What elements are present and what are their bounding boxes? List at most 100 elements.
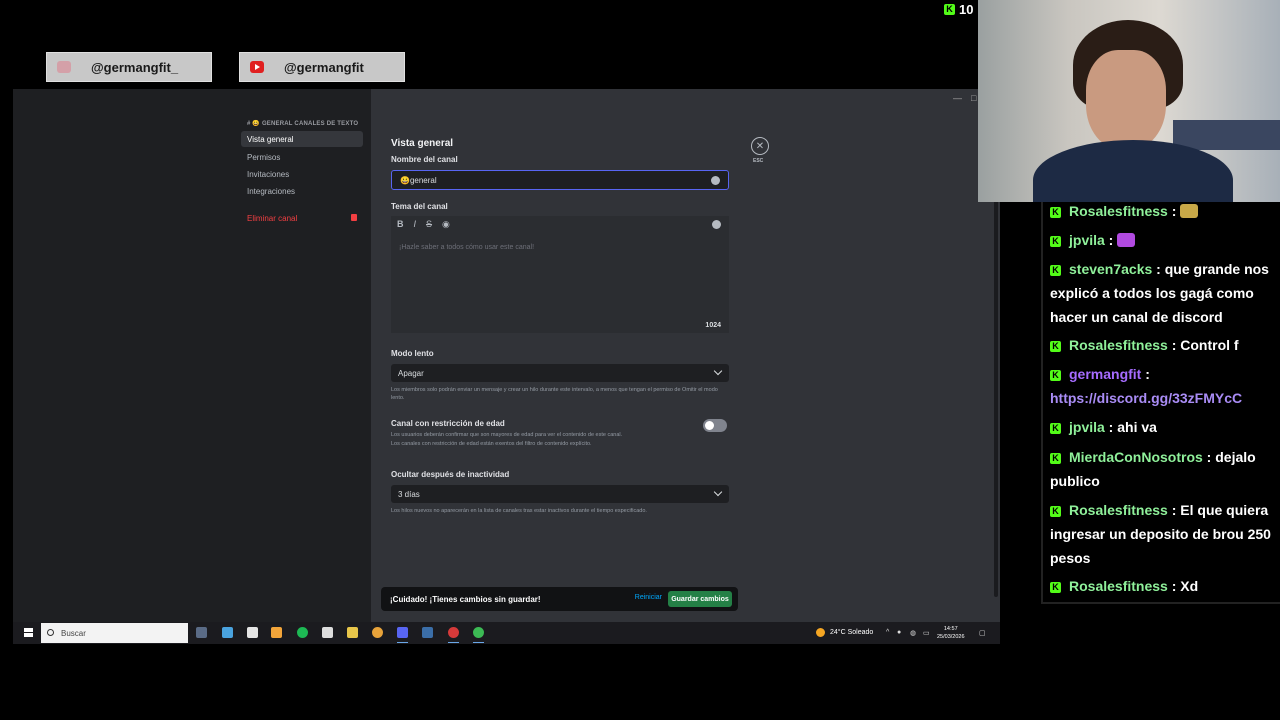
bold-icon[interactable]: B [397,219,404,229]
inactivity-label: Ocultar después de inactividad [391,470,510,479]
close-icon: ✕ [755,140,765,152]
chat-link[interactable]: https://discord.gg/33zFMYcC [1050,390,1242,406]
sidebar-item-integrations[interactable]: Integraciones [241,183,363,199]
kick-badge-icon: K [1050,369,1061,381]
chat-username: jpvila [1069,232,1105,248]
kick-badge-icon: K [1050,264,1061,276]
obs-icon[interactable] [448,627,459,643]
topic-textarea[interactable]: ¡Hazle saber a todos cómo usar este cana… [391,232,729,333]
topic-label: Tema del canal [391,202,448,211]
keyboard-icon[interactable]: ▭ [923,629,930,637]
channel-name-input[interactable]: 😀general [391,170,729,190]
inactivity-select[interactable]: 3 días [391,485,729,503]
maximize-icon[interactable]: □ [971,93,976,103]
chat-message: Ksteven7acks : que grande nos explicó a … [1050,257,1280,329]
weather-widget[interactable]: 24°C Soleado [816,628,873,637]
tray-chevron-icon[interactable]: ^ [886,629,889,636]
age-restriction-toggle[interactable] [703,419,727,432]
capcut-icon[interactable] [322,627,333,638]
video-app-icon[interactable] [247,627,258,638]
chat-message: K Rosalesfitness : Control f [1050,333,1280,357]
microphone-icon[interactable]: ● [897,629,901,636]
sidebar-category: # 😀 GENERAL CANALES DE TEXTO [247,121,359,127]
channel-name-label: Nombre del canal [391,155,458,164]
chat-message: K Rosalesfitness : El que quiera ingresar… [1050,498,1280,570]
spotify-icon[interactable] [297,627,308,638]
settings-content: — □ ✕ Vista general Nombre del canal 😀ge… [371,89,1000,622]
unsaved-warning: ¡Cuidado! ¡Tienes cambios sin guardar! [390,594,541,604]
file-explorer-icon[interactable] [347,627,358,638]
sidebar-item-overview[interactable]: Vista general [241,131,363,147]
discord-taskbar-icon[interactable] [397,627,408,643]
chat-text: : Xd [1167,578,1199,594]
weather-text: 24°C Soleado [830,629,874,636]
chrome-profile-icon[interactable] [473,627,484,643]
instagram-handle: @germangfit_ [91,59,179,75]
chat-text: : ahi va [1104,419,1157,435]
clock-time: 14:57 [943,626,958,632]
kick-badge-icon: K [1050,581,1061,593]
esc-label: ESC [753,158,764,164]
chat-username: Rosalesfitness [1069,502,1168,518]
close-settings-button[interactable]: ✕ [751,137,769,155]
reset-button[interactable]: Reiniciar [635,594,662,601]
channel-name-value: 😀general [400,175,437,185]
spoiler-icon[interactable]: ◉ [442,219,450,230]
emoji-icon[interactable] [711,176,720,185]
chrome-icon[interactable] [372,627,383,638]
italic-icon[interactable]: I [414,219,417,229]
clock-date: 25/03/2026 [937,634,965,640]
slowmode-help: Los miembros solo podrán enviar un mensa… [391,387,718,401]
strikethrough-icon[interactable]: S [426,219,432,229]
settings-sidebar: # 😀 GENERAL CANALES DE TEXTO Vista gener… [13,89,371,622]
instagram-badge: @germangfit_ [46,52,212,82]
trash-icon [351,214,357,221]
windows-store-icon[interactable] [271,627,282,638]
network-icon[interactable]: ◍ [910,629,916,637]
sidebar-item-label: Vista general [247,134,294,144]
task-view-icon[interactable] [196,627,207,638]
sidebar-item-label: Invitaciones [247,169,290,179]
webcam-person-face [1086,50,1166,150]
kick-badge-icon: K [1050,452,1061,464]
topic-placeholder: ¡Hazle saber a todos cómo usar este cana… [399,244,535,251]
kick-badge-icon: K [1050,340,1061,352]
chat-message: Kjpvila : ahi va [1050,415,1280,439]
sidebar-item-permissions[interactable]: Permisos [241,149,363,165]
save-changes-button[interactable]: Guardar cambios [668,591,732,607]
sun-icon [816,628,825,637]
sidebar-item-label: Integraciones [247,186,296,196]
notifications-icon[interactable]: ▢ [979,629,986,637]
sidebar-item-invites[interactable]: Invitaciones [241,166,363,182]
chat-text: : [1167,203,1181,219]
store-icon[interactable] [222,627,233,638]
chat-text: : [1104,232,1118,248]
windows-start-icon[interactable] [24,628,33,637]
inactivity-value: 3 días [398,489,420,499]
chat-message: K Rosalesfitness : [1050,199,1280,223]
chat-message: K Rosalesfitness : Xd [1050,574,1280,598]
chevron-down-icon [713,366,723,376]
sidebar-item-delete-channel[interactable]: Eliminar canal [241,210,363,226]
chat-username: germangfit [1069,366,1142,382]
sidebar-item-label: Eliminar canal [247,213,298,223]
kick-icon: K [944,3,955,15]
chat-message: Kgermangfit : https://discord.gg/33zFMYc… [1050,362,1280,410]
youtube-handle: @germangfit [284,59,364,75]
minimize-icon[interactable]: — [953,93,962,103]
search-icon [47,629,54,636]
steam-icon[interactable] [422,627,433,638]
chat-username: Rosalesfitness [1069,337,1168,353]
discord-window: # 😀 GENERAL CANALES DE TEXTO Vista gener… [13,89,1000,622]
age-restriction-help-2: Los canales con restricción de edad está… [391,441,592,447]
slowmode-select[interactable]: Apagar [391,364,729,382]
instagram-icon [57,61,71,73]
chat-username: Rosalesfitness [1069,578,1168,594]
emoji-icon[interactable] [712,220,721,229]
youtube-badge: @germangfit [239,52,405,82]
chat-username: steven7acks [1069,261,1153,277]
taskbar-search[interactable]: Buscar [41,623,188,643]
slowmode-label: Modo lento [391,349,434,358]
system-clock[interactable]: 14:57 25/03/2026 [937,625,965,641]
age-restriction-help-1: Los usuarios deberán confirmar que son m… [391,432,623,438]
